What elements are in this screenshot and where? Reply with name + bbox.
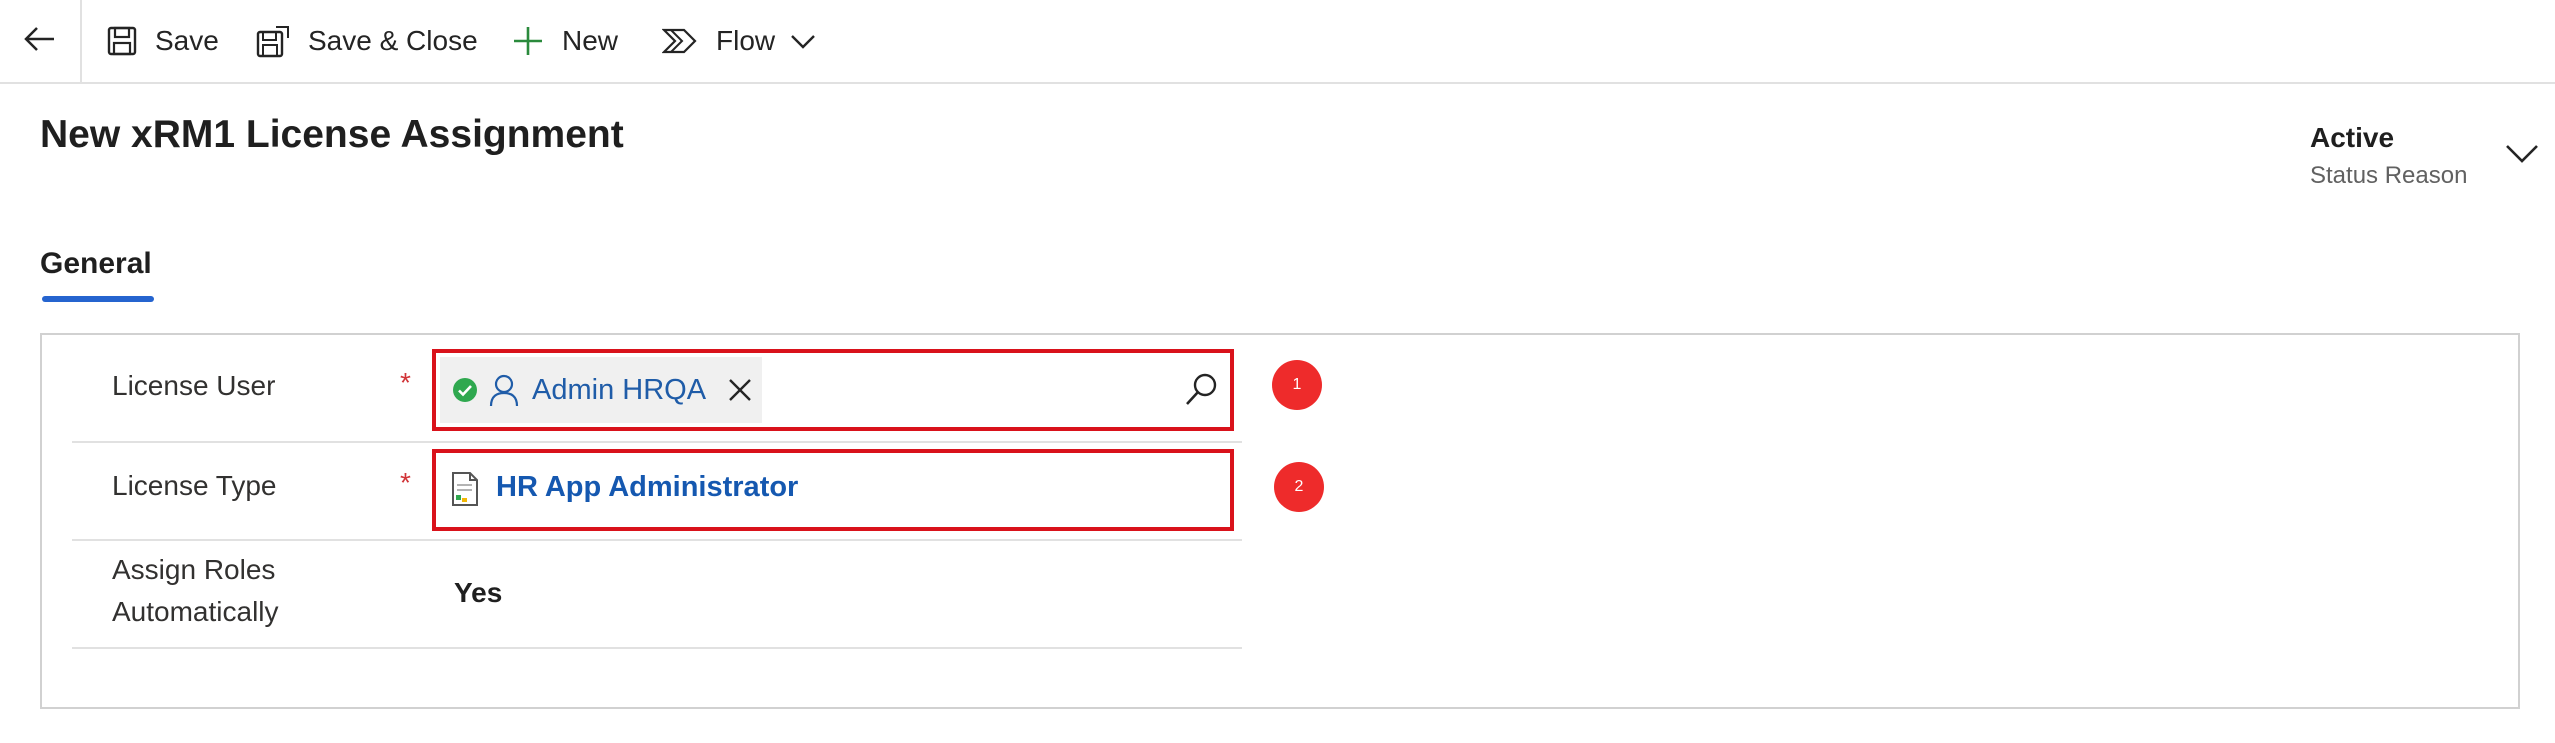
license-user-value[interactable]: Admin HRQA xyxy=(532,374,706,407)
license-user-lookup[interactable]: Admin HRQA xyxy=(432,349,1234,431)
document-icon xyxy=(450,471,480,507)
license-user-row: License User * Admin HRQA xyxy=(72,341,1242,443)
save-close-icon xyxy=(256,24,290,58)
floppy-disk-icon xyxy=(107,26,137,56)
chevron-down-icon xyxy=(790,25,816,57)
close-icon[interactable] xyxy=(728,378,752,402)
save-and-close-button[interactable]: Save & Close xyxy=(256,0,478,82)
save-label: Save xyxy=(155,25,219,56)
arrow-left-icon xyxy=(24,26,56,57)
flow-icon xyxy=(662,27,698,55)
command-bar: Save Save & Close New Flow xyxy=(0,0,2555,84)
more-commands-chevron[interactable] xyxy=(790,0,816,82)
plus-icon xyxy=(512,25,544,57)
callout-badge-2: 2 xyxy=(1274,462,1324,512)
callout-badge-1: 1 xyxy=(1272,360,1322,410)
check-circle-icon xyxy=(452,377,478,403)
save-button[interactable]: Save xyxy=(107,0,219,82)
status-label: Status Reason xyxy=(2310,162,2468,189)
required-marker: * xyxy=(400,467,411,498)
flow-label: Flow xyxy=(716,25,776,56)
back-button[interactable] xyxy=(0,0,82,82)
license-user-tag[interactable]: Admin HRQA xyxy=(440,357,762,423)
tab-selected-indicator xyxy=(42,296,154,302)
status-reason: Active Status Reason xyxy=(2310,122,2467,190)
search-icon[interactable] xyxy=(1184,371,1220,407)
chevron-down-icon xyxy=(2505,145,2539,169)
assign-roles-row: Assign Roles Automatically Yes xyxy=(72,539,1242,649)
license-type-value[interactable]: HR App Administrator xyxy=(496,471,798,504)
flow-button[interactable]: Flow xyxy=(662,0,775,82)
status-expand-button[interactable] xyxy=(2505,143,2539,170)
new-label: New xyxy=(562,25,619,56)
assign-roles-label: Assign Roles Automatically xyxy=(112,554,279,627)
license-type-row: License Type * HR App Administrator xyxy=(72,441,1242,541)
save-and-close-label: Save & Close xyxy=(308,25,478,56)
tab-general[interactable]: General xyxy=(40,247,152,297)
assign-roles-value[interactable]: Yes xyxy=(454,577,502,609)
status-value: Active xyxy=(2310,122,2395,153)
license-type-lookup[interactable]: HR App Administrator xyxy=(432,449,1234,531)
required-marker: * xyxy=(400,367,411,398)
license-user-label: License User xyxy=(112,370,276,401)
license-type-label: License Type xyxy=(112,470,277,501)
person-icon xyxy=(488,373,520,407)
page-title: New xRM1 License Assignment xyxy=(40,113,624,156)
new-button[interactable]: New xyxy=(512,0,618,82)
